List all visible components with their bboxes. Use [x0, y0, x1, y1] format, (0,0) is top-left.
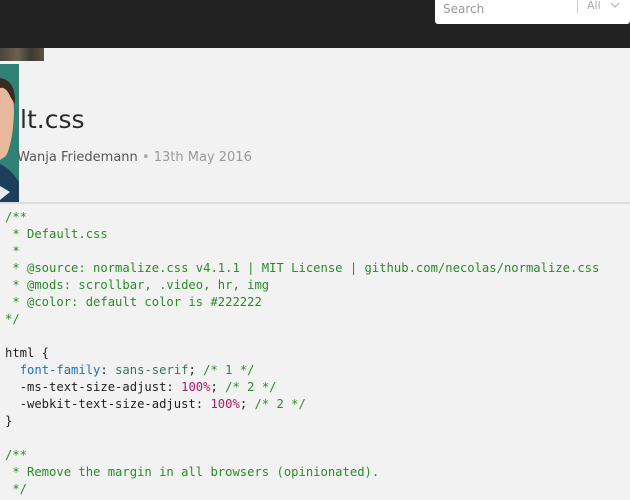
code-line: * Remove the margin in all browsers (opi… [5, 464, 599, 481]
code-line: * [5, 243, 599, 260]
code-token: /** [5, 448, 28, 462]
author-name[interactable]: Wanja Friedemann [17, 150, 138, 165]
code-token: * Default.css [5, 227, 108, 241]
code-token: ; [239, 397, 255, 411]
code-token: } [5, 414, 13, 428]
code-token: : [100, 363, 116, 377]
code-line: * @source: normalize.css v4.1.1 | MIT Li… [5, 260, 599, 277]
code-token: * [5, 244, 20, 258]
meta-separator: • [141, 150, 150, 165]
top-navigation-bar: All [0, 0, 630, 48]
code-block: /** * Default.css * * @source: normalize… [5, 209, 599, 498]
code-token: /* 2 */ [254, 397, 306, 411]
code-token: ; [188, 363, 204, 377]
search-box[interactable]: All [435, 0, 630, 24]
search-divider [577, 0, 578, 14]
code-line: font-family: sans-serif; /* 1 */ [5, 362, 599, 379]
chevron-down-icon[interactable] [609, 0, 621, 11]
page-title: lt.css [20, 105, 85, 134]
code-line: /** [5, 447, 599, 464]
code-token: * Remove the margin in all browsers (opi… [5, 465, 380, 479]
code-token: /* 1 */ [203, 363, 255, 377]
code-token: /* 2 */ [225, 380, 277, 394]
code-token: * @color: default color is #222222 [5, 295, 262, 309]
search-filter-label[interactable]: All [587, 0, 601, 13]
code-line: * Default.css [5, 226, 599, 243]
code-line: -webkit-text-size-adjust: 100%; /* 2 */ [5, 396, 599, 413]
code-token: 100% [210, 397, 240, 411]
code-token: * @source: normalize.css v4.1.1 | MIT Li… [5, 261, 600, 275]
code-token: /** [5, 210, 28, 224]
code-line: html { [5, 345, 599, 362]
code-token: -webkit-text-size-adjust: [5, 397, 211, 411]
author-avatar [0, 64, 19, 202]
header-divider [0, 202, 630, 204]
code-line: */ [5, 311, 599, 328]
code-line: /** [5, 209, 599, 226]
code-line: * @color: default color is #222222 [5, 294, 599, 311]
code-token: -ms-text-size-adjust: [5, 380, 182, 394]
code-line: -ms-text-size-adjust: 100%; /* 2 */ [5, 379, 599, 396]
post-header [0, 48, 630, 203]
code-token: 100% [181, 380, 211, 394]
code-token: html { [5, 346, 50, 360]
code-line: * @mods: scrollbar, .video, hr, img [5, 277, 599, 294]
code-token: * @mods: scrollbar, .video, hr, img [5, 278, 270, 292]
code-token: */ [5, 482, 28, 496]
code-token: ; [210, 380, 226, 394]
code-token: font-family [19, 363, 101, 377]
search-input[interactable] [443, 0, 563, 20]
code-line: */ [5, 481, 599, 498]
post-date: 13th May 2016 [153, 150, 252, 165]
code-line: } [5, 413, 599, 430]
code-token: */ [5, 312, 20, 326]
code-token: sans-serif [115, 363, 189, 377]
related-thumbnail[interactable] [0, 48, 44, 61]
post-meta: Wanja Friedemann • 13th May 2016 [17, 150, 252, 166]
